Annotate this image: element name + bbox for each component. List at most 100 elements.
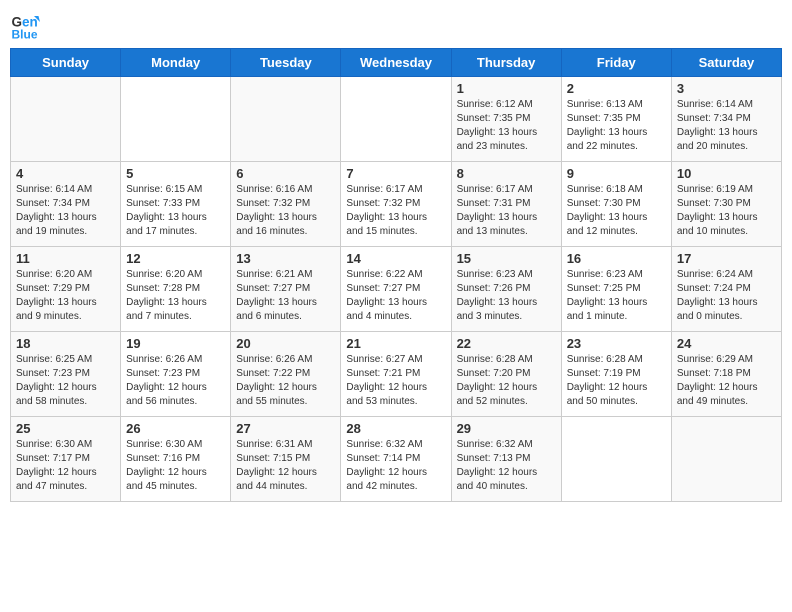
day-info: Sunrise: 6:19 AM Sunset: 7:30 PM Dayligh…	[677, 183, 776, 239]
calendar-header-row: SundayMondayTuesdayWednesdayThursdayFrid…	[11, 49, 782, 77]
day-info: Sunrise: 6:22 AM Sunset: 7:27 PM Dayligh…	[346, 268, 445, 324]
calendar-cell: 9 Sunrise: 6:18 AM Sunset: 7:30 PM Daylig…	[561, 162, 671, 247]
day-number: 6	[236, 166, 335, 181]
header-friday: Friday	[561, 49, 671, 77]
header-wednesday: Wednesday	[341, 49, 451, 77]
day-number: 23	[567, 336, 666, 351]
calendar-cell: 1Sunrise: 6:12 AM Sunset: 7:35 PM Daylig…	[451, 77, 561, 162]
day-number: 25	[16, 421, 115, 436]
calendar-body: 1Sunrise: 6:12 AM Sunset: 7:35 PM Daylig…	[11, 77, 782, 502]
day-info: Sunrise: 6:24 AM Sunset: 7:24 PM Dayligh…	[677, 268, 776, 324]
calendar-cell: 24Sunrise: 6:29 AM Sunset: 7:18 PM Dayli…	[671, 332, 781, 417]
header-saturday: Saturday	[671, 49, 781, 77]
day-info: Sunrise: 6:15 AM Sunset: 7:33 PM Dayligh…	[126, 183, 225, 239]
day-info: Sunrise: 6:18 AM Sunset: 7:30 PM Dayligh…	[567, 183, 666, 239]
page-header: G en Blue	[10, 10, 782, 40]
day-info: Sunrise: 6:26 AM Sunset: 7:22 PM Dayligh…	[236, 353, 335, 409]
calendar-cell: 29 Sunrise: 6:32 AM Sunset: 7:13 PM Dayli…	[451, 417, 561, 502]
calendar-week-5: 25 Sunrise: 6:30 AM Sunset: 7:17 PM Dayli…	[11, 417, 782, 502]
calendar-cell	[231, 77, 341, 162]
calendar-week-3: 11 Sunrise: 6:20 AM Sunset: 7:29 PM Dayli…	[11, 247, 782, 332]
header-sunday: Sunday	[11, 49, 121, 77]
calendar-cell: 3 Sunrise: 6:14 AM Sunset: 7:34 PM Daylig…	[671, 77, 781, 162]
day-number: 15	[457, 251, 556, 266]
day-number: 8	[457, 166, 556, 181]
calendar-cell: 12 Sunrise: 6:20 AM Sunset: 7:28 PM Dayli…	[121, 247, 231, 332]
day-number: 20	[236, 336, 335, 351]
calendar-cell: 17 Sunrise: 6:24 AM Sunset: 7:24 PM Dayli…	[671, 247, 781, 332]
day-info: Sunrise: 6:13 AM Sunset: 7:35 PM Dayligh…	[567, 98, 666, 154]
day-number: 13	[236, 251, 335, 266]
day-info: Sunrise: 6:14 AM Sunset: 7:34 PM Dayligh…	[677, 98, 776, 154]
day-info: Sunrise: 6:25 AM Sunset: 7:23 PM Dayligh…	[16, 353, 115, 409]
calendar-cell: 11 Sunrise: 6:20 AM Sunset: 7:29 PM Dayli…	[11, 247, 121, 332]
day-number: 14	[346, 251, 445, 266]
day-number: 9	[567, 166, 666, 181]
header-tuesday: Tuesday	[231, 49, 341, 77]
day-number: 2	[567, 81, 666, 96]
day-info: Sunrise: 6:17 AM Sunset: 7:31 PM Dayligh…	[457, 183, 556, 239]
day-info: Sunrise: 6:32 AM Sunset: 7:14 PM Dayligh…	[346, 438, 445, 494]
calendar-cell	[561, 417, 671, 502]
day-number: 18	[16, 336, 115, 351]
calendar-week-4: 18 Sunrise: 6:25 AM Sunset: 7:23 PM Dayli…	[11, 332, 782, 417]
calendar-cell	[341, 77, 451, 162]
calendar-cell: 2 Sunrise: 6:13 AM Sunset: 7:35 PM Daylig…	[561, 77, 671, 162]
calendar-cell: 26 Sunrise: 6:30 AM Sunset: 7:16 PM Dayli…	[121, 417, 231, 502]
day-info: Sunrise: 6:23 AM Sunset: 7:25 PM Dayligh…	[567, 268, 666, 324]
calendar-cell: 16 Sunrise: 6:23 AM Sunset: 7:25 PM Dayli…	[561, 247, 671, 332]
calendar-cell: 20 Sunrise: 6:26 AM Sunset: 7:22 PM Dayli…	[231, 332, 341, 417]
calendar-cell: 22Sunrise: 6:28 AM Sunset: 7:20 PM Dayli…	[451, 332, 561, 417]
calendar-week-1: 1Sunrise: 6:12 AM Sunset: 7:35 PM Daylig…	[11, 77, 782, 162]
day-info: Sunrise: 6:23 AM Sunset: 7:26 PM Dayligh…	[457, 268, 556, 324]
logo: G en Blue	[10, 10, 44, 40]
day-number: 12	[126, 251, 225, 266]
calendar-cell: 10 Sunrise: 6:19 AM Sunset: 7:30 PM Dayli…	[671, 162, 781, 247]
day-number: 7	[346, 166, 445, 181]
day-number: 10	[677, 166, 776, 181]
day-info: Sunrise: 6:28 AM Sunset: 7:20 PM Dayligh…	[457, 353, 556, 409]
calendar-cell: 18 Sunrise: 6:25 AM Sunset: 7:23 PM Dayli…	[11, 332, 121, 417]
calendar-cell: 23 Sunrise: 6:28 AM Sunset: 7:19 PM Dayli…	[561, 332, 671, 417]
calendar-cell: 21 Sunrise: 6:27 AM Sunset: 7:21 PM Dayli…	[341, 332, 451, 417]
calendar-cell: 28 Sunrise: 6:32 AM Sunset: 7:14 PM Dayli…	[341, 417, 451, 502]
calendar-table: SundayMondayTuesdayWednesdayThursdayFrid…	[10, 48, 782, 502]
calendar-cell: 14 Sunrise: 6:22 AM Sunset: 7:27 PM Dayli…	[341, 247, 451, 332]
calendar-cell: 6 Sunrise: 6:16 AM Sunset: 7:32 PM Daylig…	[231, 162, 341, 247]
header-thursday: Thursday	[451, 49, 561, 77]
day-info: Sunrise: 6:28 AM Sunset: 7:19 PM Dayligh…	[567, 353, 666, 409]
day-info: Sunrise: 6:32 AM Sunset: 7:13 PM Dayligh…	[457, 438, 556, 494]
calendar-cell: 19Sunrise: 6:26 AM Sunset: 7:23 PM Dayli…	[121, 332, 231, 417]
calendar-cell: 7Sunrise: 6:17 AM Sunset: 7:32 PM Daylig…	[341, 162, 451, 247]
calendar-week-2: 4 Sunrise: 6:14 AM Sunset: 7:34 PM Daylig…	[11, 162, 782, 247]
day-info: Sunrise: 6:30 AM Sunset: 7:17 PM Dayligh…	[16, 438, 115, 494]
day-info: Sunrise: 6:20 AM Sunset: 7:29 PM Dayligh…	[16, 268, 115, 324]
day-number: 28	[346, 421, 445, 436]
calendar-cell	[121, 77, 231, 162]
day-info: Sunrise: 6:14 AM Sunset: 7:34 PM Dayligh…	[16, 183, 115, 239]
logo-icon: G en Blue	[10, 10, 40, 40]
calendar-cell	[671, 417, 781, 502]
day-info: Sunrise: 6:26 AM Sunset: 7:23 PM Dayligh…	[126, 353, 225, 409]
calendar-cell: 25 Sunrise: 6:30 AM Sunset: 7:17 PM Dayli…	[11, 417, 121, 502]
calendar-cell	[11, 77, 121, 162]
day-number: 26	[126, 421, 225, 436]
day-number: 21	[346, 336, 445, 351]
day-info: Sunrise: 6:16 AM Sunset: 7:32 PM Dayligh…	[236, 183, 335, 239]
day-info: Sunrise: 6:12 AM Sunset: 7:35 PM Dayligh…	[457, 98, 556, 154]
day-info: Sunrise: 6:30 AM Sunset: 7:16 PM Dayligh…	[126, 438, 225, 494]
calendar-cell: 15 Sunrise: 6:23 AM Sunset: 7:26 PM Dayli…	[451, 247, 561, 332]
calendar-cell: 5Sunrise: 6:15 AM Sunset: 7:33 PM Daylig…	[121, 162, 231, 247]
day-number: 4	[16, 166, 115, 181]
day-number: 3	[677, 81, 776, 96]
day-number: 11	[16, 251, 115, 266]
day-info: Sunrise: 6:27 AM Sunset: 7:21 PM Dayligh…	[346, 353, 445, 409]
day-info: Sunrise: 6:29 AM Sunset: 7:18 PM Dayligh…	[677, 353, 776, 409]
header-monday: Monday	[121, 49, 231, 77]
calendar-cell: 8 Sunrise: 6:17 AM Sunset: 7:31 PM Daylig…	[451, 162, 561, 247]
day-number: 29	[457, 421, 556, 436]
day-number: 16	[567, 251, 666, 266]
svg-text:Blue: Blue	[12, 28, 38, 41]
day-number: 17	[677, 251, 776, 266]
day-info: Sunrise: 6:20 AM Sunset: 7:28 PM Dayligh…	[126, 268, 225, 324]
